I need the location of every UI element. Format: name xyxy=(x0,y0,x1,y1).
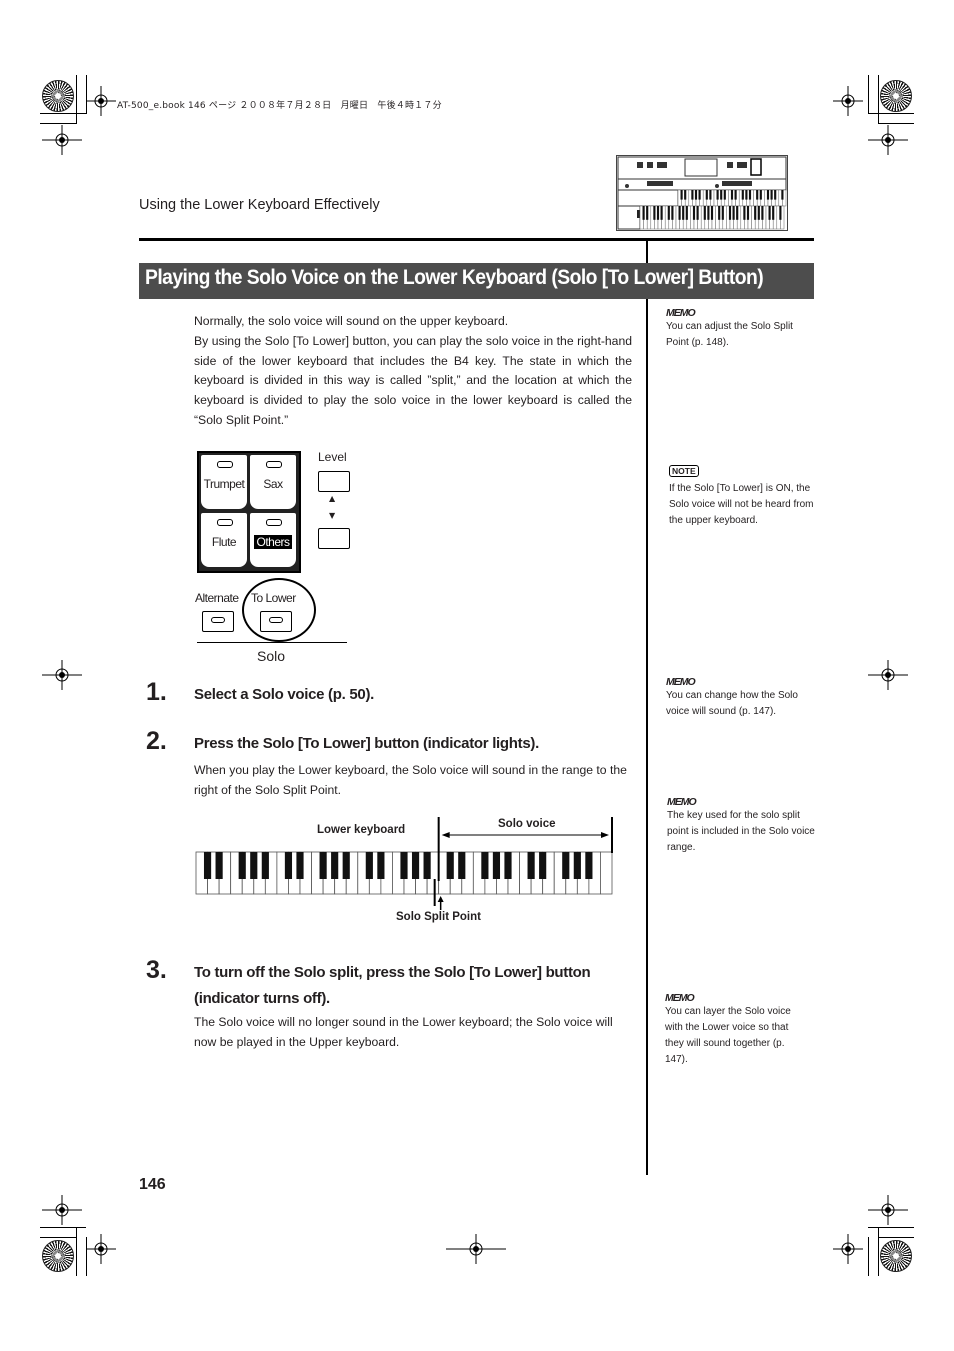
arrow-up-icon xyxy=(437,896,444,902)
level-up-button[interactable] xyxy=(318,471,350,492)
memo-text: You can layer the Solo voice with the Lo… xyxy=(665,1006,791,1065)
note-icon: NOTE xyxy=(669,465,699,477)
black-key xyxy=(342,852,350,879)
others-button[interactable]: Others xyxy=(250,513,296,567)
black-key xyxy=(446,852,454,879)
page-number: 146 xyxy=(139,1176,166,1193)
black-key xyxy=(458,852,466,879)
black-key xyxy=(365,852,373,879)
arrow-left-icon xyxy=(441,832,450,838)
step-number: 3. xyxy=(146,956,167,984)
memo-icon: MEMO xyxy=(665,992,695,1004)
memo-text: You can change how the Solo voice will s… xyxy=(666,690,798,717)
arrow-up-icon: ▲ xyxy=(329,494,336,503)
indicator-led xyxy=(211,617,225,623)
memo-text: You can adjust the Solo Split Point (p. … xyxy=(666,321,793,348)
step-body: The Solo voice will no longer sound in t… xyxy=(194,1015,613,1049)
solo-group-label: Solo xyxy=(257,648,286,664)
memo-icon: MEMO xyxy=(666,307,696,319)
memo-icon: MEMO xyxy=(667,796,697,808)
black-key xyxy=(573,852,581,879)
level-label: Level xyxy=(318,450,347,464)
white-key xyxy=(600,851,613,895)
black-key xyxy=(562,852,570,879)
black-key xyxy=(203,852,212,879)
split-point-label: Solo Split Point xyxy=(396,911,481,923)
black-key xyxy=(527,852,535,879)
memo-note: MEMO You can adjust the Solo Split Point… xyxy=(666,307,816,351)
intro-text: Normally, the solo voice will sound on t… xyxy=(194,312,632,431)
black-key xyxy=(261,852,269,879)
section-header: Using the Lower Keyboard Effectively xyxy=(139,197,380,213)
solo-voice-button-grid: Trumpet Sax Flute Others xyxy=(197,451,301,573)
highlight-circle xyxy=(242,578,316,642)
note-note: NOTE If the Solo [To Lower] is ON, the S… xyxy=(669,459,819,529)
column-divider xyxy=(646,238,648,1175)
black-key xyxy=(539,852,547,879)
black-key xyxy=(481,852,489,879)
black-key xyxy=(411,852,420,879)
memo-text: The key used for the solo split point is… xyxy=(667,810,815,853)
step-number: 1. xyxy=(146,678,167,706)
memo-note: MEMO The key used for the solo split poi… xyxy=(667,796,817,856)
arrow-right-icon xyxy=(601,832,609,838)
memo-note: MEMO You can layer the Solo voice with t… xyxy=(665,992,805,1068)
black-key xyxy=(331,852,339,879)
indicator-led xyxy=(217,519,233,526)
note-text: If the Solo [To Lower] is ON, the Solo v… xyxy=(669,483,814,526)
intro-paragraph: Normally, the solo voice will sound on t… xyxy=(194,314,509,328)
sax-button[interactable]: Sax xyxy=(250,455,296,509)
black-key xyxy=(215,852,223,879)
black-key xyxy=(319,852,327,879)
black-key xyxy=(504,852,512,879)
indicator-led xyxy=(266,519,282,526)
black-key xyxy=(250,852,258,879)
print-info: AT-500_e.book 146 ページ ２００８年７月２８日 月曜日 午後４… xyxy=(117,101,442,111)
step-title: Press the Solo [To Lower] button (indica… xyxy=(194,735,539,752)
black-key xyxy=(423,852,431,879)
memo-icon: MEMO xyxy=(666,676,696,688)
black-key xyxy=(492,852,501,879)
trumpet-button[interactable]: Trumpet xyxy=(201,455,247,509)
intro-paragraph: By using the Solo [To Lower] button, you… xyxy=(194,333,632,427)
black-key xyxy=(585,852,593,879)
organ-panel-thumbnail-icon xyxy=(616,155,788,231)
indicator-led xyxy=(217,461,233,468)
black-key xyxy=(400,852,408,879)
header-rule xyxy=(139,238,814,241)
memo-note: MEMO You can change how the Solo voice w… xyxy=(666,676,816,720)
step-number: 2. xyxy=(146,727,167,755)
black-key xyxy=(284,852,293,879)
step-title: Select a Solo voice (p. 50). xyxy=(194,686,375,703)
keyboard-svg xyxy=(195,817,613,910)
arrow-down-icon: ▼ xyxy=(329,511,336,520)
step-body: When you play the Lower keyboard, the So… xyxy=(194,763,627,797)
level-down-button[interactable] xyxy=(318,528,350,549)
black-key xyxy=(296,852,304,879)
alternate-button[interactable] xyxy=(202,611,234,632)
page-title: Playing the Solo Voice on the Lower Keyb… xyxy=(145,266,764,289)
flute-button[interactable]: Flute xyxy=(201,513,247,567)
alternate-label: Alternate xyxy=(195,591,239,605)
group-divider xyxy=(197,642,347,643)
black-key xyxy=(377,852,385,879)
step-title: To turn off the Solo split, press the So… xyxy=(194,964,591,1007)
black-key xyxy=(238,852,246,879)
indicator-led xyxy=(266,461,282,468)
